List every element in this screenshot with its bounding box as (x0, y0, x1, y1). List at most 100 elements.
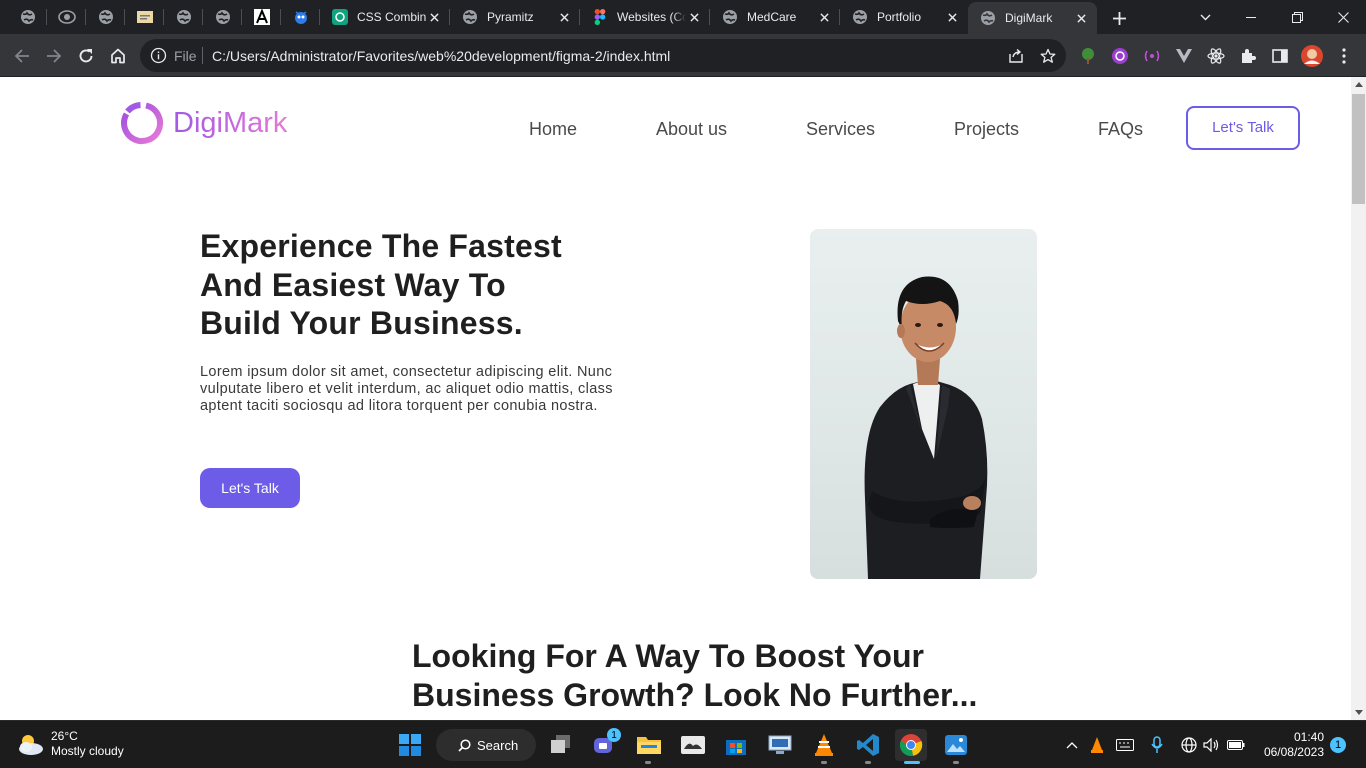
pinned-tab-3[interactable] (86, 0, 125, 34)
forward-button[interactable] (40, 42, 68, 70)
network-globe-icon[interactable] (1179, 735, 1199, 755)
close-window-button[interactable] (1320, 0, 1366, 34)
extension-react-icon[interactable] (1205, 45, 1227, 67)
figma-icon (592, 9, 608, 25)
close-icon[interactable] (426, 9, 442, 25)
close-icon[interactable] (686, 9, 702, 25)
windows-start-icon[interactable] (394, 729, 426, 761)
weather-widget[interactable]: 26°C Mostly cloudy (16, 729, 124, 759)
mail-icon (136, 11, 153, 23)
pinned-tab-7[interactable] (242, 0, 281, 34)
running-indicator (821, 761, 827, 764)
tab-css-combinators[interactable]: CSS Combinators (320, 0, 450, 34)
page-viewport: DigiMark Home About us Services Projects… (0, 77, 1351, 720)
tab-medcare[interactable]: MedCare (710, 0, 840, 34)
extensions-puzzle-icon[interactable] (1237, 45, 1259, 67)
pinned-tab-6[interactable] (203, 0, 242, 34)
nav-services[interactable]: Services (806, 119, 875, 140)
hero-description: Lorem ipsum dolor sit amet, consectetur … (200, 364, 670, 415)
globe-icon (852, 9, 868, 25)
running-indicator (953, 761, 959, 764)
nav-about-us[interactable]: About us (656, 119, 727, 140)
back-button[interactable] (8, 42, 36, 70)
tab-search-button[interactable] (1182, 0, 1228, 34)
eye-icon (57, 10, 76, 24)
address-bar[interactable]: File C:/Users/Administrator/Favorites/we… (140, 39, 1066, 72)
url-text[interactable]: C:/Users/Administrator/Favorites/web%20d… (212, 48, 670, 64)
volume-icon[interactable] (1201, 735, 1221, 755)
weather-temp: 26°C (51, 729, 78, 743)
hero-title-line: Build Your Business. (200, 305, 523, 341)
site-logo[interactable]: DigiMark (120, 101, 287, 145)
microphone-icon[interactable] (1147, 735, 1167, 755)
scroll-down-arrow-icon[interactable] (1351, 705, 1366, 720)
home-button[interactable] (104, 42, 132, 70)
close-icon[interactable] (816, 9, 832, 25)
close-icon[interactable] (944, 9, 960, 25)
close-icon[interactable] (556, 9, 572, 25)
active-app-indicator (904, 761, 920, 764)
new-tab-button[interactable] (1108, 7, 1130, 29)
task-view-icon[interactable] (545, 729, 577, 761)
globe-icon (176, 10, 191, 24)
pinned-tab-5[interactable] (164, 0, 203, 34)
logo-text: DigiMark (173, 106, 288, 139)
close-icon[interactable] (1073, 10, 1089, 26)
extension-tree-icon[interactable] (1077, 45, 1099, 67)
nav-projects[interactable]: Projects (954, 119, 1019, 140)
tab-title: Portfolio (877, 10, 922, 24)
pinned-tab-4[interactable] (125, 0, 164, 34)
chevron-down-icon (1200, 14, 1210, 20)
pinned-tab-1[interactable] (8, 0, 47, 34)
section-title-line: Looking For A Way To Boost Your (412, 638, 924, 674)
search-label: Search (477, 737, 519, 753)
vscode-icon[interactable] (852, 729, 884, 761)
tab-pyramitz[interactable]: Pyramitz (450, 0, 580, 34)
minimize-button[interactable] (1228, 0, 1274, 34)
bookmark-star-icon[interactable] (1038, 46, 1058, 66)
keyboard-icon[interactable] (1115, 735, 1135, 755)
globe-icon (215, 10, 230, 24)
more-menu-icon[interactable] (1333, 45, 1355, 67)
globe-icon (98, 10, 113, 24)
remote-desktop-icon[interactable] (764, 729, 796, 761)
extension-purple-icon[interactable] (1109, 45, 1131, 67)
nav-faqs[interactable]: FAQs (1098, 119, 1143, 140)
plus-icon (1112, 11, 1126, 25)
pinned-tab-8[interactable] (281, 0, 320, 34)
pinned-tab-2[interactable] (47, 0, 86, 34)
hero-title-line: Experience The Fastest (200, 228, 562, 264)
microsoft-store-icon[interactable] (720, 729, 752, 761)
hero-lets-talk-button[interactable]: Let's Talk (200, 468, 300, 508)
search-icon (458, 738, 471, 752)
notification-badge[interactable]: 1 (1330, 737, 1346, 753)
reload-button[interactable] (72, 42, 100, 70)
browser-toolbar: File C:/Users/Administrator/Favorites/we… (0, 34, 1366, 77)
system-clock[interactable]: 01:40 06/08/2023 (1256, 730, 1324, 760)
extension-vue-icon[interactable] (1173, 45, 1195, 67)
globe-icon (20, 10, 35, 24)
restore-button[interactable] (1274, 0, 1320, 34)
header-lets-talk-button[interactable]: Let's Talk (1186, 106, 1300, 150)
taskbar-search[interactable]: Search (436, 729, 536, 761)
file-explorer-icon[interactable] (633, 729, 665, 761)
vlc-icon[interactable] (808, 729, 840, 761)
chevron-up-icon[interactable] (1062, 735, 1082, 755)
scroll-up-arrow-icon[interactable] (1351, 77, 1366, 92)
battery-icon[interactable] (1226, 735, 1246, 755)
share-icon[interactable] (1006, 46, 1026, 66)
profile-avatar[interactable] (1301, 45, 1323, 67)
chrome-icon[interactable] (895, 729, 927, 761)
info-icon[interactable] (150, 47, 167, 64)
tab-portfolio[interactable]: Portfolio (840, 0, 968, 34)
extension-signal-icon[interactable] (1141, 45, 1163, 67)
hero-description-line: Lorem ipsum dolor sit amet, consectetur … (200, 364, 613, 380)
tab-websites-community[interactable]: Websites (Community) (580, 0, 710, 34)
side-panel-icon[interactable] (1269, 45, 1291, 67)
photo-app-icon[interactable] (677, 729, 709, 761)
vlc-tray-icon[interactable] (1087, 735, 1107, 755)
tab-digimark[interactable]: DigiMark (968, 2, 1097, 34)
photos-icon[interactable] (940, 729, 972, 761)
nav-home[interactable]: Home (529, 119, 577, 140)
scrollbar-thumb[interactable] (1352, 94, 1365, 204)
